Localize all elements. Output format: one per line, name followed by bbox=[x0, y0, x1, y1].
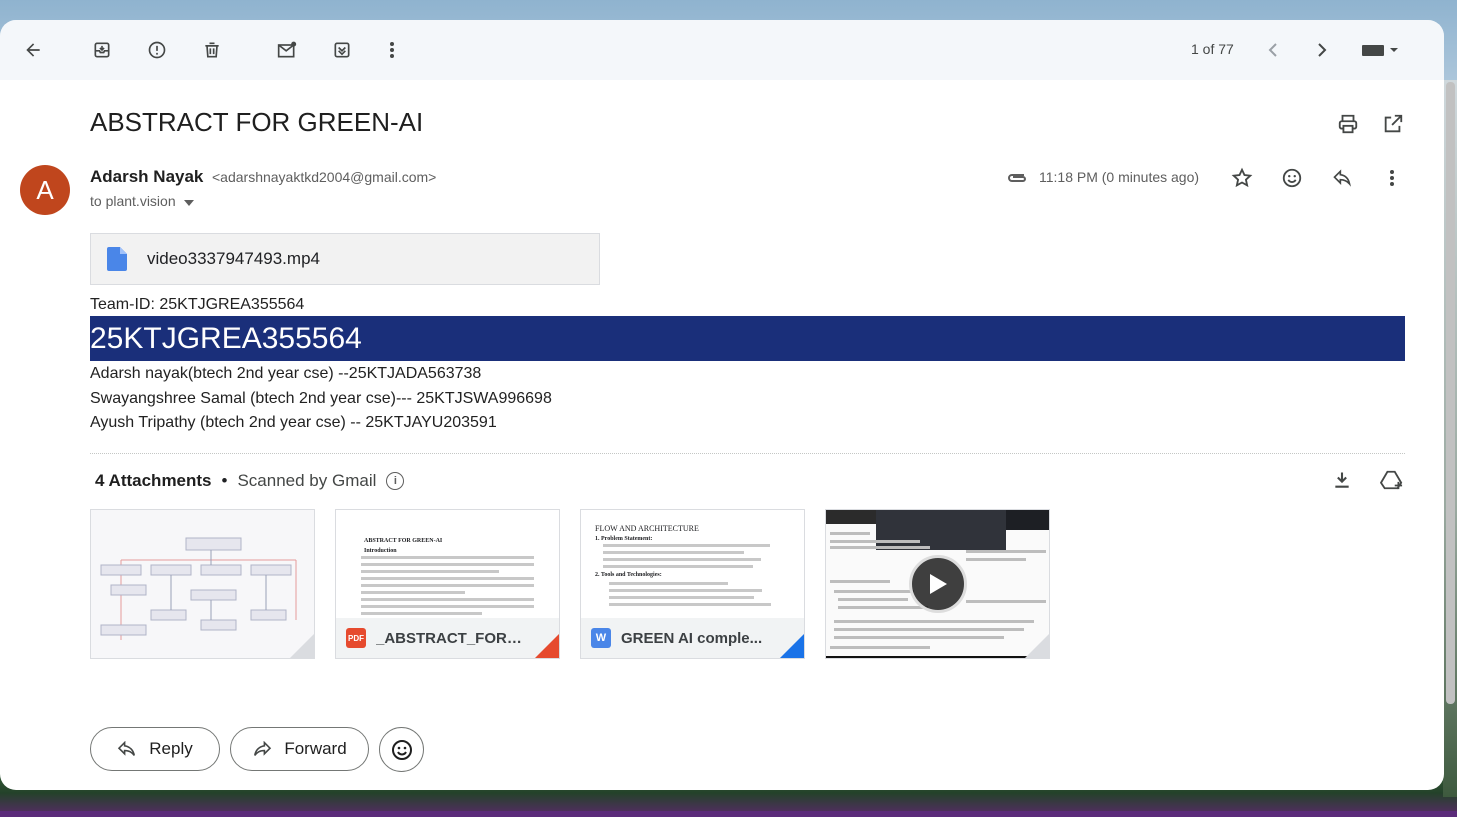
emoji-reaction-icon[interactable] bbox=[1277, 163, 1307, 193]
more-vert-icon[interactable] bbox=[377, 35, 407, 65]
reply-icon[interactable] bbox=[1327, 163, 1357, 193]
separator-dot: • bbox=[221, 471, 228, 490]
scanned-label: Scanned by Gmail bbox=[237, 471, 377, 490]
diagram-thumbnail bbox=[91, 510, 314, 658]
page-fold bbox=[290, 634, 314, 658]
word-file-icon: W bbox=[591, 628, 611, 648]
team-id-line: Team-ID: 25KTJGREA355564 bbox=[90, 296, 305, 313]
taskbar-edge bbox=[0, 811, 1457, 817]
move-to-icon[interactable] bbox=[327, 35, 357, 65]
open-new-window-icon[interactable] bbox=[1379, 110, 1407, 138]
sender-name: Adarsh Nayak bbox=[90, 167, 204, 186]
pdf-corner-tag bbox=[535, 634, 559, 658]
attachments-header: 4 Attachments • Scanned by Gmail i bbox=[95, 471, 405, 491]
email-toolbar: 1 of 77 bbox=[0, 20, 1444, 80]
recipient-line[interactable]: to plant.vision bbox=[90, 193, 194, 209]
selected-team-id: 25KTJGREA355564 bbox=[90, 316, 1405, 361]
member-line-1: Adarsh nayak(btech 2nd year cse) --25KTJ… bbox=[90, 365, 482, 382]
file-icon bbox=[107, 247, 127, 271]
attachments-count: 4 Attachments bbox=[95, 471, 212, 490]
mark-unread-icon[interactable] bbox=[272, 35, 302, 65]
email-subject: ABSTRACT FOR GREEN-AI bbox=[90, 107, 424, 137]
download-all-icon[interactable] bbox=[1327, 465, 1357, 495]
divider bbox=[90, 453, 1405, 454]
info-icon[interactable]: i bbox=[386, 472, 405, 490]
docx-preview-section-1: 1. Problem Statement: bbox=[595, 536, 653, 542]
print-icon[interactable] bbox=[1334, 110, 1362, 138]
chevron-left-icon[interactable] bbox=[1258, 35, 1288, 65]
docx-preview-lines-2 bbox=[609, 582, 779, 610]
docx-preview-lines-1 bbox=[603, 544, 779, 572]
attachment-label-bar: W GREEN AI comple... bbox=[581, 618, 804, 658]
docx-corner-tag bbox=[780, 634, 804, 658]
report-spam-icon[interactable] bbox=[142, 35, 172, 65]
more-vert-icon[interactable] bbox=[1377, 163, 1407, 193]
attachment-docx-card[interactable]: FLOW AND ARCHITECTURE 1. Problem Stateme… bbox=[580, 509, 805, 659]
page-fold bbox=[1025, 634, 1049, 658]
attachment-image-card[interactable] bbox=[90, 509, 315, 659]
star-icon[interactable] bbox=[1227, 163, 1257, 193]
pdf-file-icon: PDF bbox=[346, 628, 366, 648]
sender-email: <adarshnayaktkd2004@gmail.com> bbox=[212, 169, 437, 185]
reply-button[interactable]: Reply bbox=[90, 727, 220, 771]
reply-button-label: Reply bbox=[149, 739, 193, 758]
emoji-react-button[interactable] bbox=[379, 727, 424, 772]
attachment-pdf-card[interactable]: ABSTRACT FOR GREEN-AI Introduction PDF _… bbox=[335, 509, 560, 659]
dropdown-arrow-icon[interactable] bbox=[183, 193, 194, 209]
forward-icon bbox=[254, 741, 272, 756]
chevron-right-icon[interactable] bbox=[1307, 35, 1337, 65]
email-window: 1 of 77 ABSTRACT FOR GREEN-AI A Adarsh N… bbox=[0, 20, 1444, 790]
attachment-video-card[interactable] bbox=[825, 509, 1050, 659]
play-button-icon[interactable] bbox=[909, 555, 967, 613]
member-line-3: Ayush Tripathy (btech 2nd year cse) -- 2… bbox=[90, 414, 497, 431]
docx-preview-section-2: 2. Tools and Technologies: bbox=[595, 572, 662, 578]
forward-button-label: Forward bbox=[284, 739, 347, 758]
forward-button[interactable]: Forward bbox=[230, 727, 369, 771]
video-attachment-chip[interactable]: video3337947493.mp4 bbox=[90, 233, 600, 285]
attachment-label-bar: PDF _ABSTRACT_FOR_... bbox=[336, 618, 559, 658]
reply-icon bbox=[118, 741, 136, 756]
archive-icon[interactable] bbox=[87, 35, 117, 65]
delete-icon[interactable] bbox=[197, 35, 227, 65]
back-arrow-icon[interactable] bbox=[18, 35, 48, 65]
attachment-file-name: GREEN AI comple... bbox=[621, 629, 763, 647]
pdf-preview-heading: Introduction bbox=[364, 548, 397, 554]
add-to-drive-icon[interactable] bbox=[1377, 465, 1407, 495]
video-file-name: video3337947493.mp4 bbox=[147, 249, 320, 268]
timestamp: 11:18 PM (0 minutes ago) bbox=[1039, 169, 1200, 185]
keyboard-icon[interactable] bbox=[1355, 35, 1405, 65]
pager-count: 1 of 77 bbox=[1191, 41, 1234, 57]
pdf-preview-title: ABSTRACT FOR GREEN-AI bbox=[364, 538, 443, 544]
avatar[interactable]: A bbox=[20, 165, 70, 215]
member-line-2: Swayangshree Samal (btech 2nd year cse)-… bbox=[90, 390, 552, 407]
scrollbar-thumb[interactable] bbox=[1446, 82, 1455, 704]
emoji-icon bbox=[391, 739, 412, 760]
attachment-file-name: _ABSTRACT_FOR_... bbox=[376, 629, 526, 647]
recipient-label: to plant.vision bbox=[90, 193, 176, 209]
docx-preview-title: FLOW AND ARCHITECTURE bbox=[595, 524, 699, 533]
attachment-clip-icon bbox=[1003, 163, 1033, 193]
